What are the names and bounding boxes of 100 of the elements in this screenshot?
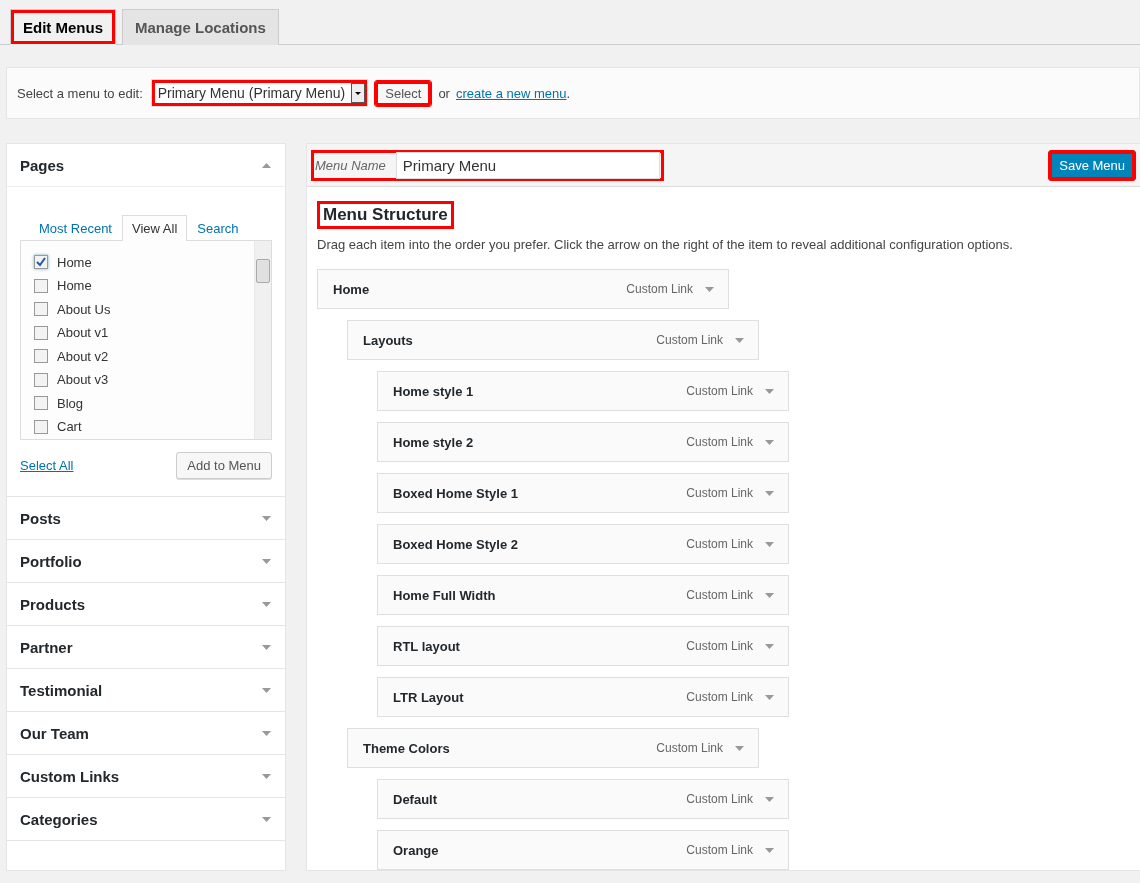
menu-item[interactable]: Boxed Home Style 2 Custom Link (377, 524, 789, 564)
page-label: Home (57, 278, 92, 294)
item-type-label: Custom Link (686, 792, 753, 806)
checkbox[interactable] (34, 325, 48, 340)
menu-item-title: Home style 1 (393, 383, 475, 399)
menu-item[interactable]: Home Full Width Custom Link (377, 575, 789, 615)
menu-name-label: Menu Name (315, 157, 386, 173)
create-menu-link[interactable]: create a new menu (455, 85, 567, 101)
toggle-arrow-icon[interactable] (262, 687, 271, 693)
section-title[interactable]: Categories (20, 810, 98, 828)
section-title[interactable]: Posts (20, 509, 61, 527)
page-label: Home (57, 254, 92, 270)
menu-item-title: RTL layout (393, 638, 461, 654)
select-button[interactable]: Select (374, 79, 433, 107)
caret-icon[interactable] (765, 490, 774, 496)
checkbox[interactable] (34, 396, 48, 411)
item-type-label: Custom Link (686, 384, 753, 398)
menu-item-title: LTR Layout (393, 689, 465, 705)
section-title[interactable]: Portfolio (20, 552, 82, 570)
item-type-label: Custom Link (686, 588, 753, 602)
caret-icon[interactable] (765, 388, 774, 394)
panel-tab[interactable]: Search (187, 215, 249, 240)
menu-dropdown[interactable]: Primary Menu (Primary Menu) (150, 79, 369, 107)
menu-item-title: Boxed Home Style 1 (393, 485, 519, 501)
page-label: Cart (57, 419, 82, 435)
caret-icon[interactable] (765, 541, 774, 547)
toggle-arrow-icon[interactable] (262, 162, 271, 168)
menu-item[interactable]: Layouts Custom Link (347, 320, 759, 360)
scrollbar[interactable] (254, 241, 271, 439)
menu-item[interactable]: Home Custom Link (317, 269, 729, 309)
checkbox[interactable] (34, 419, 48, 434)
nav-tab[interactable]: Edit Menus (10, 9, 116, 45)
checkbox[interactable] (34, 372, 48, 387)
menu-item-title: Home (333, 281, 371, 297)
nav-tab[interactable]: Manage Locations (122, 9, 279, 45)
item-type-label: Custom Link (656, 741, 723, 755)
page-label: About v2 (57, 348, 109, 364)
panel-tab[interactable]: Most Recent (29, 215, 122, 240)
item-type-label: Custom Link (626, 282, 693, 296)
page-label: About v3 (57, 372, 109, 388)
item-type-label: Custom Link (686, 435, 753, 449)
section-title[interactable]: Custom Links (20, 767, 120, 785)
save-menu-button[interactable]: Save Menu (1048, 149, 1136, 181)
toggle-arrow-icon[interactable] (262, 558, 271, 564)
caret-icon[interactable] (765, 643, 774, 649)
page-label: About v1 (57, 325, 109, 341)
section-title[interactable]: Our Team (20, 724, 89, 742)
menu-item-title: Default (393, 791, 439, 807)
panel-tab[interactable]: View All (122, 215, 188, 241)
section-title[interactable]: Products (20, 595, 85, 613)
menu-item[interactable]: Theme Colors Custom Link (347, 728, 759, 768)
caret-icon[interactable] (765, 592, 774, 598)
section-title[interactable]: Partner (20, 638, 73, 656)
caret-icon[interactable] (765, 694, 774, 700)
section-title[interactable]: Pages (20, 156, 65, 174)
section-heading: Menu Structure (317, 201, 454, 229)
section-title[interactable]: Testimonial (20, 681, 103, 699)
menu-item-title: Theme Colors (363, 740, 451, 756)
checkbox[interactable] (34, 349, 48, 364)
toggle-arrow-icon[interactable] (262, 601, 271, 607)
menu-item[interactable]: Default Custom Link (377, 779, 789, 819)
menu-item[interactable]: RTL layout Custom Link (377, 626, 789, 666)
item-type-label: Custom Link (686, 843, 753, 857)
caret-icon[interactable] (765, 439, 774, 445)
toggle-arrow-icon[interactable] (262, 773, 271, 779)
caret-icon (351, 83, 366, 103)
instructions-text: Drag each item into the order you prefer. Click the arrow on the right of the item to reveal additional configuration options. (317, 237, 1014, 252)
period-text: . (566, 85, 571, 101)
caret-icon[interactable] (765, 847, 774, 853)
menu-name-input[interactable]: Primary Menu (395, 151, 660, 179)
item-type-label: Custom Link (686, 690, 753, 704)
select-all-link[interactable]: Select All (20, 458, 74, 473)
menu-item[interactable]: Home style 1 Custom Link (377, 371, 789, 411)
menu-item[interactable]: Orange Custom Link (377, 830, 789, 870)
item-type-label: Custom Link (656, 333, 723, 347)
toggle-arrow-icon[interactable] (262, 515, 271, 521)
caret-icon[interactable] (735, 337, 744, 343)
menu-item-title: Layouts (363, 332, 414, 348)
toggle-arrow-icon[interactable] (262, 644, 271, 650)
page-label: About Us (57, 301, 111, 317)
menu-item[interactable]: Boxed Home Style 1 Custom Link (377, 473, 789, 513)
menu-item-title: Home style 2 (393, 434, 475, 450)
caret-icon[interactable] (765, 796, 774, 802)
caret-icon[interactable] (735, 745, 744, 751)
page-label: Blog (57, 395, 84, 411)
toggle-arrow-icon[interactable] (262, 816, 271, 822)
add-to-menu-button[interactable]: Add to Menu (176, 452, 272, 479)
menu-item[interactable]: LTR Layout Custom Link (377, 677, 789, 717)
checkbox[interactable] (34, 278, 48, 293)
item-type-label: Custom Link (686, 537, 753, 551)
caret-icon[interactable] (705, 286, 714, 292)
menu-item[interactable]: Home style 2 Custom Link (377, 422, 789, 462)
checkbox[interactable] (34, 255, 48, 270)
menu-item-title: Boxed Home Style 2 (393, 536, 519, 552)
select-label: Select a menu to edit: (17, 85, 143, 101)
toggle-arrow-icon[interactable] (262, 730, 271, 736)
item-type-label: Custom Link (686, 486, 753, 500)
menu-item-title: Orange (393, 842, 440, 858)
menu-item-title: Home Full Width (393, 587, 497, 603)
checkbox[interactable] (34, 302, 48, 317)
